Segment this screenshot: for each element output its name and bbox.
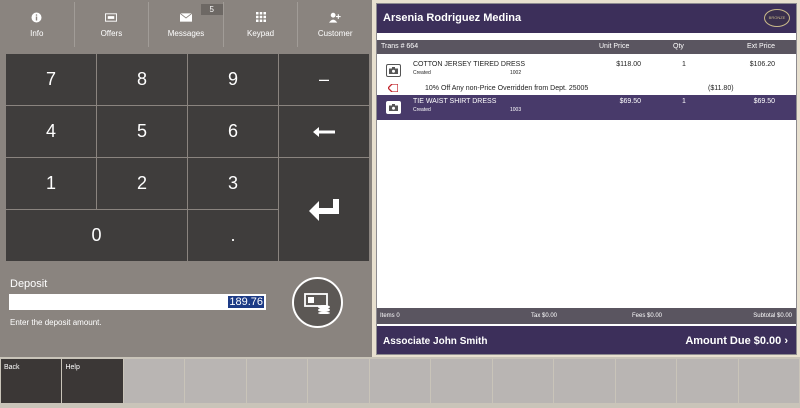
tab-keypad[interactable]: Keypad: [224, 2, 299, 53]
function-key-bar: Back Help: [0, 357, 800, 408]
function-key-empty: [738, 359, 800, 403]
numeric-keypad: 7 8 9 – 4 5 6 1 2 3 0 .: [6, 54, 369, 261]
ext-price-header: Ext Price: [746, 43, 775, 50]
tab-label: Messages: [167, 29, 205, 38]
function-key-empty: [246, 359, 308, 403]
envelope-icon: [179, 11, 192, 23]
function-key-empty: [554, 359, 615, 403]
function-key-empty: [185, 359, 246, 403]
key-2[interactable]: 2: [97, 158, 187, 209]
key-7[interactable]: 7: [6, 54, 96, 105]
tab-info[interactable]: Info: [0, 2, 75, 47]
item-description: COTTON JERSEY TIERED DRESS: [413, 61, 526, 68]
tab-bar: Info Offers 5 Messages Keypad Customer: [0, 2, 372, 53]
deposit-label: Deposit: [10, 278, 48, 290]
fees-total: Fees $0.00: [632, 313, 663, 319]
function-key-empty: [431, 359, 492, 403]
deposit-amount-input[interactable]: 189.76: [9, 294, 266, 310]
key-backspace[interactable]: [279, 106, 369, 157]
camera-icon: [386, 64, 401, 77]
function-key-empty: [677, 359, 738, 403]
item-code: 1003: [510, 107, 522, 113]
unit-price-header: Unit Price: [599, 43, 630, 50]
amount-due-button[interactable]: Amount Due $0.00 ›: [685, 335, 788, 347]
left-panel: Info Offers 5 Messages Keypad Customer 7…: [0, 0, 372, 357]
promo-tag-icon: [387, 83, 399, 94]
line-item-row[interactable]: COTTON JERSEY TIERED DRESS Created 1002 …: [377, 58, 796, 82]
tab-label: Keypad: [247, 29, 275, 38]
totals-bar: Items 0 Tax $0.00 Fees $0.00 Subtotal $0…: [377, 308, 796, 324]
function-key-empty: [492, 359, 554, 403]
info-icon: [31, 11, 43, 23]
function-key-empty: [123, 359, 185, 403]
enter-arrow-icon: [309, 198, 339, 221]
tab-label: Info: [30, 29, 44, 38]
qty-header: Qty: [673, 43, 684, 50]
tab-label: Customer: [317, 29, 353, 38]
key-5[interactable]: 5: [97, 106, 187, 157]
cash-icon: [303, 292, 330, 314]
key-9[interactable]: 9: [188, 54, 278, 105]
tab-customer[interactable]: Customer: [298, 2, 372, 47]
key-decimal[interactable]: .: [188, 210, 278, 261]
item-code: 1002: [510, 70, 522, 76]
item-qty: 1: [682, 98, 686, 105]
key-4[interactable]: 4: [6, 106, 96, 157]
promotion-row[interactable]: 10% Off Any non-Price Overridden from De…: [377, 83, 796, 95]
key-6[interactable]: 6: [188, 106, 278, 157]
key-8[interactable]: 8: [97, 54, 187, 105]
cash-tender-button[interactable]: [292, 277, 343, 328]
add-user-icon: [329, 11, 341, 23]
promo-description: 10% Off Any non-Price Overridden from De…: [425, 85, 589, 92]
subtotal: Subtotal $0.00: [753, 313, 792, 319]
item-description: TIE WAIST SHIRT DRESS: [413, 98, 497, 105]
customer-name: Arsenia Rodriguez Medina: [383, 12, 522, 24]
camera-icon: [386, 101, 401, 114]
back-button[interactable]: Back: [1, 359, 62, 403]
tab-offers[interactable]: Offers: [75, 2, 150, 47]
help-button[interactable]: Help: [62, 359, 123, 403]
deposit-section: Deposit 189.76 Enter the deposit amount.: [0, 262, 372, 357]
key-enter[interactable]: [279, 158, 369, 261]
item-ext-price: $106.20: [749, 61, 775, 68]
item-unit-price: $69.50: [619, 98, 641, 105]
line-item-row-selected[interactable]: TIE WAIST SHIRT DRESS Created 1003 $69.5…: [377, 95, 796, 120]
transaction-footer: Associate John Smith Amount Due $0.00 ›: [377, 326, 796, 354]
customer-header[interactable]: Arsenia Rodriguez Medina BRONZE: [377, 4, 796, 33]
promo-amount: ($11.80): [708, 85, 734, 92]
tab-messages[interactable]: 5 Messages: [149, 2, 224, 47]
function-key-empty: [369, 359, 431, 403]
loyalty-tier-logo: BRONZE: [764, 9, 790, 27]
backspace-arrow-icon: [313, 126, 335, 137]
associate-button[interactable]: Associate John Smith: [383, 336, 487, 347]
ticket-icon: [105, 11, 118, 23]
items-count: Items 0: [380, 313, 400, 319]
item-status: Created: [413, 107, 431, 113]
item-status: Created: [413, 70, 431, 76]
line-items-header: Trans # 664 Unit Price Qty Ext Price: [377, 40, 796, 54]
key-minus[interactable]: –: [279, 54, 369, 105]
key-1[interactable]: 1: [6, 158, 96, 209]
deposit-hint: Enter the deposit amount.: [10, 318, 102, 327]
trans-number: Trans # 664: [381, 43, 419, 50]
tab-label: Offers: [100, 29, 123, 38]
key-3[interactable]: 3: [188, 158, 278, 209]
transaction-panel: Arsenia Rodriguez Medina BRONZE Trans # …: [376, 3, 797, 355]
function-key-empty: [308, 359, 369, 403]
function-key-empty: [615, 359, 677, 403]
item-ext-price: $69.50: [753, 98, 775, 105]
message-count-badge: 5: [200, 4, 223, 15]
deposit-amount-value: 189.76: [228, 296, 264, 308]
item-unit-price: $118.00: [616, 61, 641, 68]
keypad-icon: [255, 11, 267, 23]
item-qty: 1: [682, 61, 686, 68]
key-0[interactable]: 0: [6, 210, 187, 261]
tax-total: Tax $0.00: [531, 313, 558, 319]
